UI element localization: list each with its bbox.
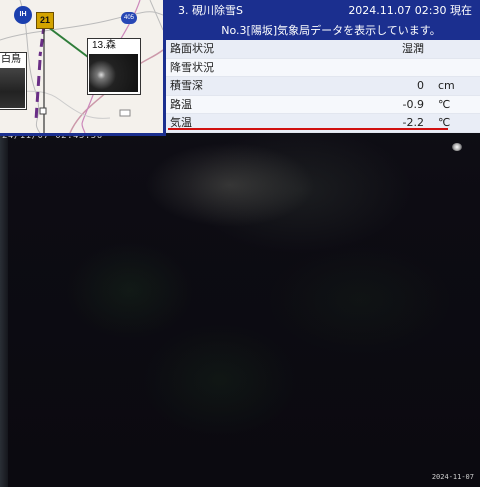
conditions-table: 路面状況 湿潤 降雪状況 積雪深 0 cm 路温 -0.9 ℃ 気温 -2.2 … [166,40,480,133]
weather-info-panel: 3. 硯川除雪S 2024.11.07 02:30 現在 No.3[陽坂]気象局… [166,0,480,133]
station-name: 3. 硯川除雪S [178,4,243,17]
thumbnail-left-label: 白鳥 [1,54,21,65]
thumbnail-13-image [89,54,138,92]
row-air-temp: 気温 -2.2 ℃ [166,114,480,133]
thumbnail-13-label: 13.森 [92,40,116,51]
row-road-surface: 路面状況 湿潤 [166,40,480,59]
row-value: -0.9 [402,97,424,111]
row-snowfall: 降雪状況 [166,58,480,78]
row-label: 降雪状況 [170,60,214,74]
highway-logo-icon: IH [14,6,32,24]
row-label: 路温 [170,97,192,111]
row-label: 積雪深 [170,79,203,93]
camera-bottom-date-text: 2024-11-07 [431,473,474,481]
row-label: 路面状況 [170,42,214,55]
route-405-badge: 405 [121,12,137,24]
row-unit: cm [438,79,455,93]
camera-thumbnail-left[interactable]: 白鳥 [0,52,27,110]
row-unit: ℃ [438,97,451,111]
data-source-notice: No.3[陽坂]気象局データを表示しています。 [221,24,441,37]
observation-datetime: 2024.11.07 02:30 現在 [348,4,472,17]
row-value: 0 [417,79,424,93]
thumbnail-left-image [0,68,25,108]
panel-header: 3. 硯川除雪S 2024.11.07 02:30 現在 No.3[陽坂]気象局… [166,0,480,40]
row-snow-depth: 積雪深 0 cm [166,77,480,96]
location-map[interactable]: IH 21 405 白鳥 13.森 [0,0,166,136]
distant-light [452,143,462,151]
air-temp-highlight-line [168,128,448,130]
row-road-temp: 路温 -0.9 ℃ [166,95,480,115]
row-value: 湿潤 [402,42,424,55]
camera-edge-artifact [0,135,8,487]
camera-thumbnail-13[interactable]: 13.森 [87,38,141,95]
camera-bottom-date: 2024-11-07 [432,473,474,481]
camera-marker-21[interactable]: 21 [36,12,54,29]
